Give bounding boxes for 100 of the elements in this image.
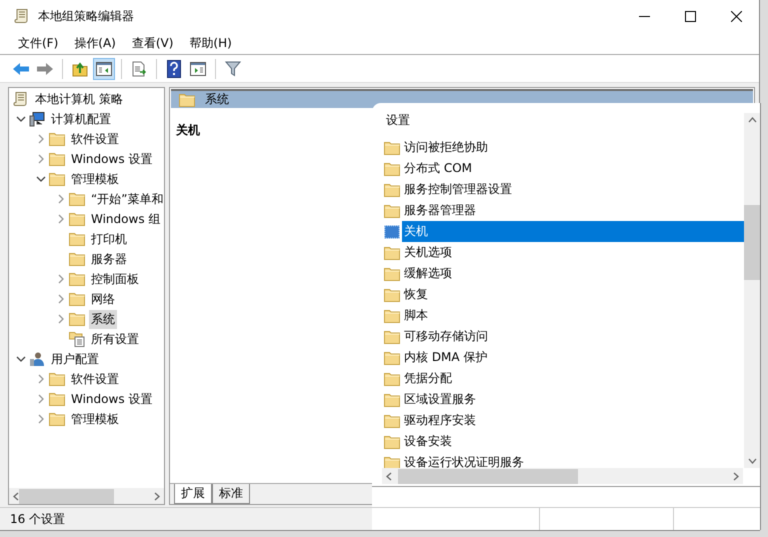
folder-icon [49,172,65,186]
filter-icon [225,60,241,76]
computer-icon [29,111,45,127]
folder-icon [49,152,65,166]
scroll-left-icon[interactable] [386,472,392,480]
folder-icon [49,412,65,426]
list-item[interactable]: 设备安装 [402,431,744,452]
scroll-icon [14,8,30,24]
folder-icon [384,456,400,468]
chevron-right-icon[interactable] [38,414,44,424]
tree-item[interactable]: Windows 组 [89,210,162,228]
list-item[interactable]: 可移动存储访问 [402,326,744,347]
tree-item[interactable]: 软件设置 [69,130,121,148]
tree-item[interactable]: 所有设置 [89,330,141,348]
folder-icon [69,192,85,206]
chevron-right-icon[interactable] [58,314,64,324]
action-pane-icon [190,62,206,76]
maximize-icon [684,10,696,22]
chevron-right-icon[interactable] [38,154,44,164]
toolbar-button[interactable] [93,58,115,80]
tree-item[interactable]: 管理模板 [69,170,121,188]
pane-header: 系统 [205,91,229,108]
chevron-right-icon[interactable] [38,374,44,384]
list-item[interactable]: 凭据分配 [402,368,744,389]
tree-item[interactable]: 软件设置 [69,370,121,388]
chevron-right-icon[interactable] [58,274,64,284]
folder-icon [384,204,400,218]
folder-icon [384,162,400,176]
folder-icon [49,392,65,406]
tree-item[interactable]: 用户配置 [49,350,101,368]
tree-item[interactable]: 服务器 [89,250,129,268]
tree-item[interactable]: 网络 [89,290,117,308]
menu-item[interactable]: 操作(A) [66,34,124,52]
list-item[interactable]: 内核 DMA 保护 [402,347,744,368]
folder-icon [384,182,400,196]
folder-icon [69,272,85,286]
tree-item[interactable]: 系统 [89,310,117,328]
folder-icon [384,330,400,344]
list-item[interactable]: 驱动程序安装 [402,410,744,431]
scroll-down-icon[interactable] [748,458,756,464]
folder-icon [384,288,400,302]
chevron-right-icon[interactable] [38,134,44,144]
scroll-thumb[interactable] [744,205,760,280]
chevron-down-icon[interactable] [16,116,26,122]
scroll-thumb[interactable] [398,468,578,484]
list-item[interactable]: 服务器管理器 [402,200,744,221]
folder-icon [69,252,85,266]
list-item[interactable]: 设备运行状况证明服务 [402,452,744,468]
tab[interactable]: 标准 [212,484,250,504]
scroll-right-icon[interactable] [733,472,739,480]
list-item[interactable]: 脚本 [402,305,744,326]
folder-icon [384,434,400,448]
tree-item[interactable]: 管理模板 [69,410,121,428]
status-text: 16 个设置 [10,510,66,528]
menu-item[interactable]: 帮助(H) [181,34,240,52]
tree-item[interactable]: Windows 设置 [69,390,154,408]
chevron-right-icon[interactable] [58,294,64,304]
vertical-scrollbar[interactable] [744,113,760,468]
tab[interactable]: 扩展 [174,484,212,504]
folder-icon [384,372,400,386]
tree-item[interactable]: “开始”菜单和 [89,190,164,208]
setting-icon [384,224,400,238]
back-arrow-icon [12,62,30,76]
folder-up-icon [72,60,88,76]
list-item[interactable]: 服务控制管理器设置 [402,179,744,200]
window-title: 本地组策略编辑器 [38,8,135,24]
menu-item[interactable]: 查看(V) [124,34,182,52]
folder-icon [69,212,85,226]
list-item[interactable]: 分布式 COM [402,158,744,179]
folder-icon [69,292,85,306]
chevron-right-icon[interactable] [58,194,64,204]
folder-icon [384,392,400,406]
list-item[interactable]: 恢复 [402,284,744,305]
folder-icon [384,350,400,364]
folder-icon [384,246,400,260]
forward-arrow-icon [36,62,54,76]
tree-item[interactable]: 计算机配置 [49,110,113,128]
tree-item[interactable]: Windows 设置 [69,150,154,168]
chevron-down-icon[interactable] [36,176,46,182]
tree-item[interactable]: 打印机 [89,230,129,248]
scroll-icon [13,91,29,107]
tree-item[interactable]: 本地计算机 策略 [33,90,125,108]
menu-item[interactable]: 文件(F) [10,34,66,52]
horizontal-scrollbar[interactable] [382,468,743,484]
list-item[interactable]: 区域设置服务 [402,389,744,410]
list-item[interactable]: 访问被拒绝协助 [402,137,744,158]
list-item[interactable]: 关机选项 [402,242,744,263]
scroll-thumb[interactable] [19,488,114,504]
scroll-left-icon[interactable] [13,492,19,500]
list-item[interactable]: 缓解选项 [402,263,744,284]
chevron-down-icon[interactable] [16,356,26,362]
folder-icon [384,266,400,280]
scroll-right-icon[interactable] [154,492,160,500]
column-header[interactable]: 设置 [386,112,410,128]
chevron-right-icon[interactable] [58,214,64,224]
list-item[interactable]: 关机 [402,221,744,242]
tree-item[interactable]: 控制面板 [89,270,141,288]
scroll-up-icon[interactable] [748,117,756,123]
horizontal-scrollbar[interactable] [9,488,164,504]
chevron-right-icon[interactable] [38,394,44,404]
